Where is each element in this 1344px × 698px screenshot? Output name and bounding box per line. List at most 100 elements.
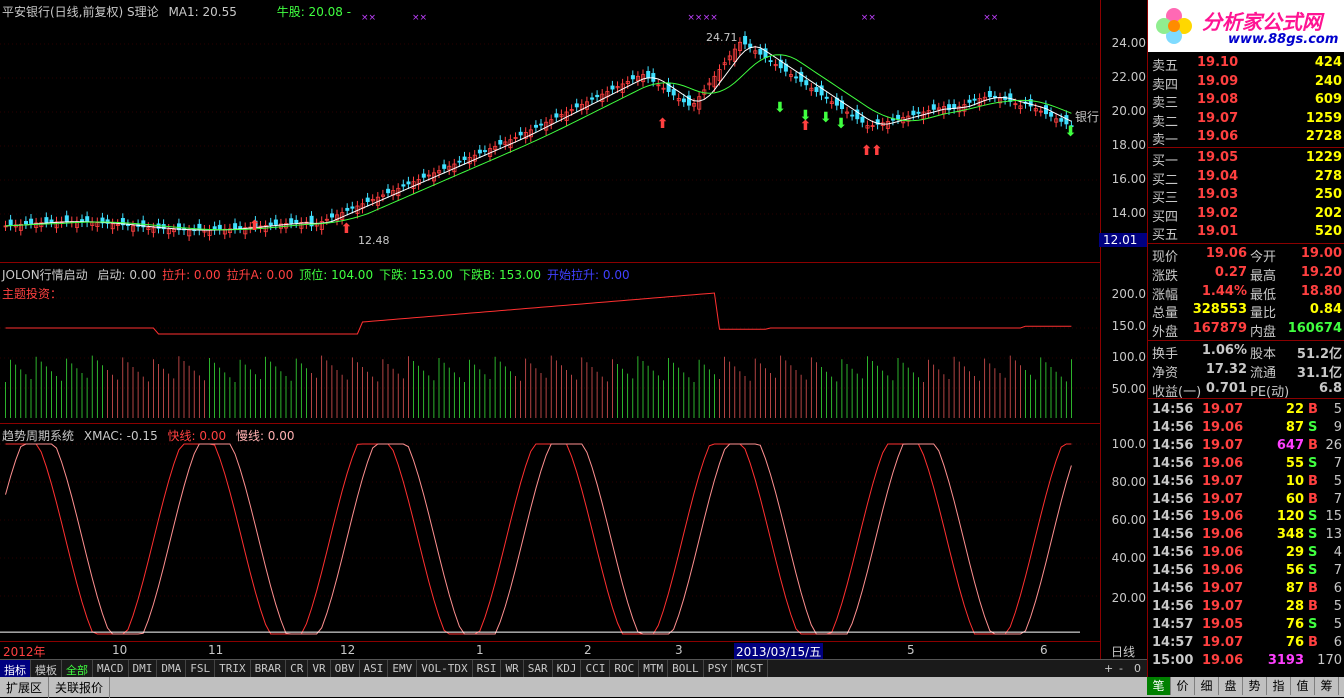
sell-arrow-icon: ⬇ — [835, 116, 847, 132]
jolon-pane[interactable]: JOLON行情启动 启动: 0.00 拉升: 0.00 拉升A: 0.00 顶位: 1… — [0, 263, 1100, 424]
sell-volume: 240 — [1314, 73, 1342, 89]
jolon-tick: 150.0 — [1111, 319, 1146, 333]
tick-direction: S — [1308, 419, 1318, 435]
tick-row: 14:56 19.06 348 S 13 — [1152, 527, 1344, 545]
indicator-tab[interactable]: WR — [501, 660, 524, 678]
zoom-button[interactable]: - — [1119, 662, 1123, 675]
tick-count: 7 — [1333, 455, 1342, 471]
jolon-header: JOLON行情启动 启动: 0.00 拉升: 0.00 拉升A: 0.00 顶位: 1… — [2, 266, 636, 283]
tick-price: 19.06 — [1202, 419, 1244, 435]
indicator-tab[interactable]: SAR — [524, 660, 553, 678]
buy-volume: 278 — [1314, 168, 1342, 184]
indicator-tab[interactable]: 指标 — [0, 660, 31, 678]
stat-label: 内盘 — [1250, 325, 1277, 341]
sell-label: 卖五 — [1152, 59, 1179, 74]
right-tab[interactable]: 笔 — [1147, 677, 1171, 695]
indicator-tab[interactable]: DMA — [157, 660, 187, 678]
indicator-tab[interactable]: BOLL — [668, 660, 704, 678]
indicator-tab[interactable]: CR — [286, 660, 309, 678]
jolon-tick: 50.00 — [1111, 382, 1146, 396]
chart-area[interactable]: ⬆ ⬆ ⬆ ⬆ ⬆ ⬆ ⬇ ⬇ ⬇ ⬇ ⬇ ×× ×× ×× ×× ×× ×× 平安银行(日线,前复权) S理论… — [0, 0, 1100, 660]
tick-count: 13 — [1325, 527, 1342, 543]
indicator-tab[interactable]: TRIX — [215, 660, 251, 678]
right-tab[interactable]: 势 — [1243, 677, 1267, 695]
indicator-tab[interactable]: ROC — [610, 660, 640, 678]
jolon-item: 下跌B: 153.00 — [458, 268, 542, 282]
signal-mark-icon: ×× — [687, 13, 702, 23]
date-label: 3 — [675, 643, 683, 657]
right-tab[interactable]: 筹 — [1315, 677, 1339, 695]
candle-body — [916, 111, 921, 114]
indicator-tab[interactable]: VOL-TDX — [417, 660, 473, 678]
stat-value: 19.00 — [1300, 246, 1342, 261]
trend-header: 趋势周期系统 XMAC: -0.15 快线: 0.00 慢线: 0.00 — [2, 427, 301, 444]
indicator-tab[interactable]: OBV — [331, 660, 360, 678]
indicator-tab[interactable]: ASI — [360, 660, 389, 678]
tick-time: 14:56 — [1152, 402, 1194, 417]
candle-body — [804, 80, 809, 86]
stock-tag: 银行 — [1075, 110, 1100, 124]
indicator-tab[interactable]: MCST — [732, 660, 768, 678]
candle-body — [477, 149, 482, 154]
right-tab[interactable]: 盘 — [1219, 677, 1243, 695]
zoom-button[interactable]: + — [1104, 662, 1113, 675]
right-tab[interactable]: 值 — [1291, 677, 1315, 695]
stat-row: 换手 1.06% 股本 51.2亿 — [1152, 343, 1344, 362]
price-pane[interactable]: ⬆ ⬆ ⬆ ⬆ ⬆ ⬆ ⬇ ⬇ ⬇ ⬇ ⬇ ×× ×× ×× ×× ×× ×× 平安银行(日线,前复权) S理论… — [0, 0, 1100, 263]
buy-row: 买四 19.02 202 — [1152, 206, 1344, 225]
tick-direction: S — [1308, 455, 1318, 471]
indicator-tab[interactable]: EMV — [388, 660, 418, 678]
sell-label: 卖四 — [1152, 77, 1179, 93]
high-annotation: 24.71 — [706, 31, 738, 44]
candle-body — [217, 224, 222, 230]
candle-body — [824, 96, 829, 99]
indicator-tab[interactable]: MACD — [93, 660, 129, 678]
tick-price: 19.05 — [1202, 616, 1244, 632]
tick-price: 19.07 — [1202, 402, 1244, 417]
candle-body — [498, 139, 503, 145]
indicator-tab[interactable]: BRAR — [251, 660, 287, 678]
tick-volume: 87 — [1285, 419, 1304, 435]
tick-time: 14:57 — [1152, 634, 1194, 650]
right-tab[interactable]: 细 — [1195, 677, 1219, 695]
logo-brand: 分析家公式网 — [1202, 10, 1322, 34]
date-label: 5 — [907, 643, 915, 657]
candle-body — [85, 216, 90, 223]
tick-count: 4 — [1333, 545, 1342, 561]
stat-value: 6.8 — [1318, 380, 1342, 396]
indicator-tab[interactable]: RSI — [473, 660, 502, 678]
date-label: 11 — [208, 643, 224, 657]
signal-mark-icon: ×× — [861, 13, 876, 23]
candle-body — [896, 114, 901, 120]
trend-pane[interactable]: 趋势周期系统 XMAC: -0.15 快线: 0.00 慢线: 0.00 — [0, 424, 1100, 642]
tick-volume: 60 — [1285, 491, 1304, 507]
candle-body — [29, 218, 34, 224]
bottom-tab[interactable]: 关联报价 — [49, 677, 111, 698]
logo: 分析家公式网 www.88gs.com — [1148, 0, 1344, 52]
right-tab[interactable]: 价 — [1171, 677, 1195, 695]
signal-mark-icon: ×× — [361, 13, 376, 23]
indicator-tab[interactable]: DMI — [129, 660, 158, 678]
indicator-tab[interactable]: KDJ — [553, 660, 582, 678]
tick-time: 15:00 — [1152, 652, 1194, 668]
tick-time: 14:56 — [1152, 437, 1194, 453]
indicator-tab[interactable]: CCI — [581, 660, 611, 678]
price-header: 平安银行(日线,前复权) S理论 MA1: 20.55 牛股: 20.08 - — [2, 3, 357, 20]
right-tab[interactable]: 指 — [1267, 677, 1291, 695]
indicator-tab[interactable]: VR — [308, 660, 331, 678]
indicator-tab[interactable]: 模板 — [31, 660, 62, 678]
candle-body — [539, 123, 544, 126]
zoom-button[interactable]: 0 — [1134, 662, 1141, 675]
trend-tick: 40.00 — [1111, 551, 1146, 565]
sell-volume: 424 — [1314, 55, 1342, 70]
candle-body — [743, 35, 748, 45]
tick-time: 14:56 — [1152, 598, 1194, 614]
candle-body — [365, 197, 370, 202]
tick-volume: 76 — [1285, 616, 1304, 632]
candle-body — [1049, 112, 1054, 117]
indicator-tab[interactable]: 全部 — [62, 660, 93, 678]
indicator-tab[interactable]: FSL — [186, 660, 216, 678]
indicator-tab[interactable]: PSY — [704, 660, 733, 678]
bottom-tab[interactable]: 扩展区 — [0, 677, 50, 698]
indicator-tab[interactable]: MTM — [639, 660, 669, 678]
